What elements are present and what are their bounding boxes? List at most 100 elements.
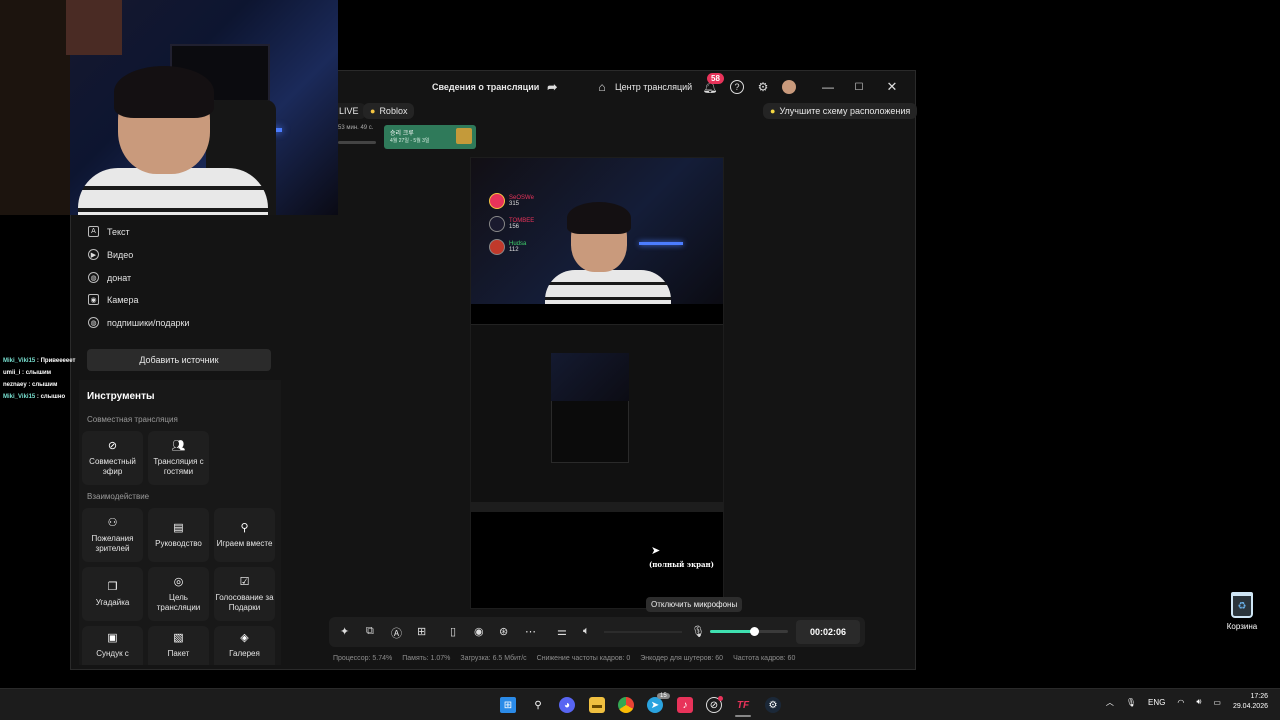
volume-slider[interactable] (604, 631, 682, 633)
bulb-icon: ● (770, 106, 776, 116)
record-icon[interactable]: ◉ (474, 625, 484, 638)
more-icon[interactable]: ⋯ (525, 625, 536, 638)
microphone-icon[interactable]: 🎙︎ (691, 625, 705, 638)
stat-cpu: Процессор: 5.74% (333, 655, 393, 662)
category-chip-label: Roblox (379, 106, 408, 116)
tool-gift-vote[interactable]: ☑ Голосование за Подарки (214, 567, 275, 621)
tool-label: Галерея (229, 649, 260, 659)
microphone-icon[interactable]: 🎙︎ (1126, 698, 1136, 707)
source-item-camera[interactable]: ◉ Камера (88, 294, 138, 305)
stream-center-button[interactable]: ⌂ Центр трансляций (595, 80, 692, 94)
clock-date: 29.04.2026 (1232, 703, 1268, 710)
layout-hint-chip[interactable]: ● Улучшите схему расположения (763, 103, 918, 119)
help-icon[interactable]: ? (730, 80, 744, 94)
mic-slider-handle[interactable] (750, 627, 759, 636)
chat-message: Miki_Viki15 : слышно (3, 394, 66, 400)
gear-icon[interactable]: ⚙ (756, 80, 770, 94)
active-app-indicator (735, 715, 751, 717)
source-item-subs-gifts[interactable]: ◍ подпишики/подарки (88, 317, 189, 328)
layout-hint-label: Улучшите схему расположения (779, 106, 911, 116)
chevron-up-icon[interactable]: ︿ (1106, 697, 1114, 708)
clock[interactable]: 17:26 29.04.2026 (1233, 692, 1268, 712)
discord-icon[interactable]: ◕ (559, 697, 575, 713)
tiktok-studio-icon[interactable]: TF (735, 697, 751, 713)
stat-fps: Частота кадров: 60 (733, 655, 796, 662)
stream-info-title[interactable]: Сведения о трансляции ➦ (432, 80, 559, 94)
folder-icon[interactable]: ▬ (589, 697, 605, 713)
live-chip-label: LIVE (339, 106, 359, 116)
recycle-bin-label: Корзина (1226, 622, 1258, 631)
tool-label: Голосование за Подарки (215, 593, 274, 612)
telegram-icon[interactable]: ➤ (647, 697, 663, 713)
ranking-row: Hudsa 112 (489, 239, 526, 255)
start-icon[interactable]: ⊞ (500, 697, 516, 713)
close-icon[interactable]: ✕ (885, 79, 899, 94)
search-icon[interactable]: ⚲ (530, 697, 546, 713)
globe-icon: ◍ (88, 272, 99, 283)
layout-icon[interactable]: ⧉ (366, 625, 374, 638)
category-chip[interactable]: ● Roblox (363, 103, 415, 119)
chat-overlay: Miki_Viki15 : Привееееет umii_i : слышим… (3, 355, 75, 403)
tool-label: Пожелания зрителей (91, 534, 134, 553)
recycle-bin[interactable]: ♻ Корзина (1222, 592, 1262, 631)
tool-viewer-wishes[interactable]: ⚇ Пожелания зрителей (82, 508, 143, 562)
tool-guests[interactable]: 👥︎ Трансляция с гостями (148, 431, 209, 485)
vote-icon: ☑ (239, 575, 250, 588)
share-icon[interactable]: ➦ (545, 80, 559, 94)
avatar (489, 239, 505, 255)
telegram-badge: 15 (657, 693, 670, 699)
tool-gallery[interactable]: ◈ Галерея (214, 626, 275, 665)
magic-icon[interactable]: ✦ (340, 625, 349, 638)
tool-chest[interactable]: ▣ Сундук с (82, 626, 143, 665)
source-item-text[interactable]: A Текст (88, 226, 130, 237)
text-icon: A (88, 226, 99, 237)
add-scene-icon[interactable]: ⊞ (417, 625, 426, 638)
tool-label: Пакет (167, 649, 190, 659)
language-indicator[interactable]: ENG (1148, 698, 1165, 707)
stream-center-label: Центр трансляций (615, 82, 693, 92)
phone-icon[interactable]: ▯ (450, 625, 456, 638)
gallery-icon: ◈ (240, 632, 249, 645)
tool-co-stream[interactable]: ⊘ Совместный эфир (82, 431, 143, 485)
avatar[interactable] (782, 80, 796, 94)
speaker-icon[interactable]: 🔈︎ (583, 625, 590, 638)
tool-guess[interactable]: ❐ Угадайка (82, 567, 143, 621)
home-icon: ⌂ (598, 80, 606, 94)
mixer-icon[interactable]: ⚌ (557, 625, 567, 638)
coin-icon: ● (370, 106, 376, 116)
chat-text: Привееееет (40, 358, 76, 364)
mic-tooltip: Отключить микрофоны (646, 597, 743, 612)
steam-icon[interactable]: ⚙ (765, 697, 781, 713)
maximize-icon[interactable]: ☐ (852, 80, 866, 94)
stream-preview[interactable]: SeOSWe 315 TOMBEE 156 Hudsa 112 ➤ (полный э… (470, 157, 724, 609)
tool-label: Руководство (155, 538, 202, 548)
play-icon: ▶ (88, 249, 99, 260)
tool-guide[interactable]: ▤ Руководство (148, 508, 209, 562)
event-card[interactable]: 승리 크루 4월 27일 - 5월 3일 (384, 125, 476, 149)
wifi-icon[interactable]: ◠ (1177, 698, 1184, 707)
telegram-icon: ➤ (651, 545, 661, 557)
chat-message: neznaey : слышим (3, 382, 58, 388)
battery-icon[interactable]: ▭ (1213, 698, 1221, 707)
source-label: подпишики/подарки (107, 317, 190, 328)
system-tray: ︿ 🎙︎ ENG ◠ 🔊︎ ▭ 17:26 29.04.2026 (1106, 692, 1268, 712)
add-source-button[interactable]: Добавить источник (87, 349, 271, 371)
chat-user: neznaey (3, 382, 27, 388)
ai-icon[interactable]: Ⓐ (391, 625, 402, 641)
chrome-icon[interactable] (618, 697, 634, 713)
source-item-donate[interactable]: ◍ донат (88, 272, 131, 283)
ranking-row: SeOSWe 315 (489, 193, 534, 209)
tool-play-together[interactable]: ⚲ Играем вместе (214, 508, 275, 562)
interaction-section-title: Взаимодействие (87, 492, 150, 501)
chat-text: слышим (25, 370, 52, 376)
tool-package[interactable]: ▧ Пакет (148, 626, 209, 665)
minimize-icon[interactable]: — (821, 80, 835, 94)
source-item-video[interactable]: ▶ Видео (88, 249, 133, 260)
tiktok-icon[interactable]: ♪ (677, 697, 693, 713)
tool-label: Играем вместе (216, 538, 273, 548)
tool-stream-goal[interactable]: ◎ Цель трансляции (148, 567, 209, 621)
replay-icon[interactable]: ⊛ (499, 625, 508, 638)
volume-icon[interactable]: 🔊︎ (1196, 697, 1201, 707)
chat-text: слышим (32, 382, 58, 388)
chest-icon (456, 128, 472, 144)
